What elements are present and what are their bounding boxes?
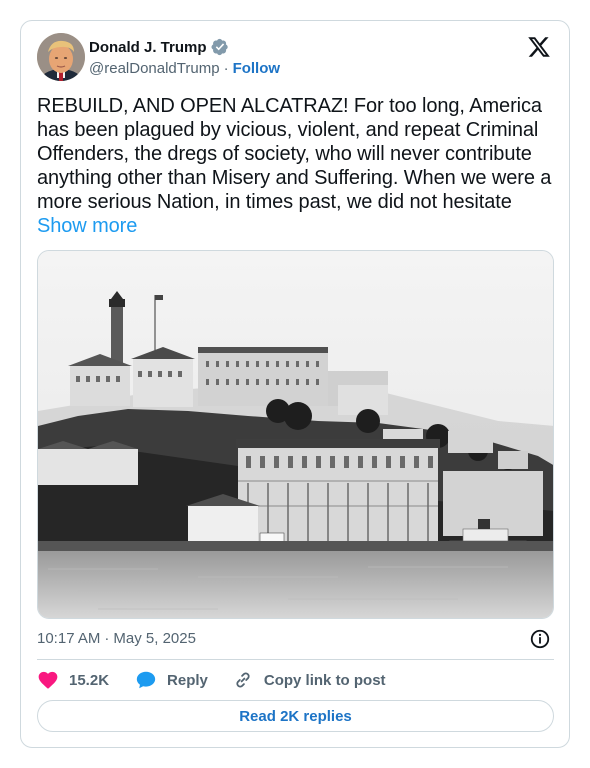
alcatraz-photo-image: [38, 251, 553, 618]
link-icon: [236, 672, 250, 688]
author-name[interactable]: Donald J. Trump: [89, 39, 207, 56]
timestamp-separator: ·: [104, 630, 110, 647]
post-time: 10:17 AM: [37, 630, 101, 647]
post-photo[interactable]: [37, 250, 554, 619]
copy-link-button[interactable]: Copy link to post: [232, 669, 386, 691]
divider: [37, 659, 554, 660]
author-handle[interactable]: @realDonaldTrump: [89, 60, 220, 77]
verified-badge-icon: [211, 38, 228, 56]
read-replies-button[interactable]: Read 2K replies: [37, 700, 554, 732]
handle-separator: ·: [223, 60, 229, 77]
avatar[interactable]: [37, 33, 85, 81]
reply-label: Reply: [167, 671, 208, 689]
info-icon[interactable]: [529, 628, 551, 650]
action-bar: 15.2K Reply Copy link to post: [37, 669, 386, 691]
copy-link-label: Copy link to post: [263, 671, 386, 689]
post-timestamp[interactable]: 10:17 AM · May 5, 2025: [37, 630, 196, 647]
like-count: 15.2K: [69, 671, 110, 689]
heart-icon: [38, 671, 58, 689]
show-more-link[interactable]: Show more: [37, 215, 137, 237]
follow-button[interactable]: Follow: [233, 60, 281, 77]
post-body: REBUILD, AND OPEN ALCATRAZ! For too long…: [37, 95, 552, 213]
post-text: REBUILD, AND OPEN ALCATRAZ! For too long…: [37, 94, 555, 238]
avatar-portrait-icon: [37, 33, 85, 81]
reply-button[interactable]: Reply: [135, 669, 208, 691]
embedded-post-card: Donald J. Trump @realDonaldTrump · Follo…: [20, 20, 570, 748]
reply-bubble-icon: [136, 671, 156, 689]
post-date: May 5, 2025: [113, 630, 196, 647]
x-logo-icon[interactable]: [527, 35, 551, 59]
like-button[interactable]: 15.2K: [37, 669, 109, 691]
